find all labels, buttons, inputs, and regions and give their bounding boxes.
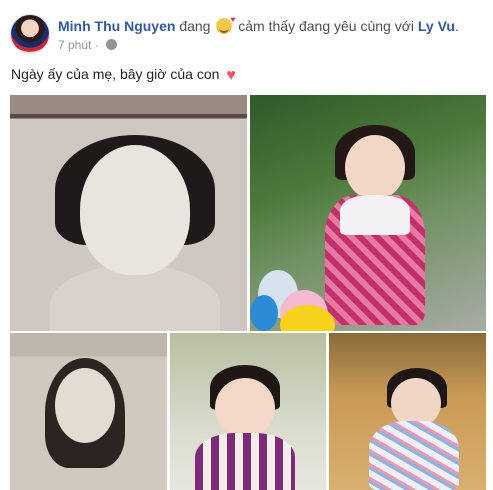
photo-detail	[215, 378, 275, 438]
photo-detail	[369, 421, 459, 490]
photo-detail	[195, 433, 295, 490]
post-timestamp[interactable]: 7 phút	[58, 38, 91, 52]
in-love-emoji-icon	[216, 15, 235, 34]
post-header: Minh Thu Nguyen đang cảm thấy đang yêu c…	[10, 12, 485, 56]
author-name[interactable]: Minh Thu Nguyen	[58, 18, 175, 34]
post-meta: 7 phút ·	[58, 38, 118, 52]
heart-emoji-icon: ♥	[226, 67, 236, 84]
feeling-prefix: đang	[179, 18, 211, 34]
photo-mother-portrait[interactable]	[10, 333, 167, 490]
tagged-friend[interactable]: Ly Vu	[418, 18, 455, 34]
globe-icon[interactable]	[106, 39, 118, 50]
caption-text: Ngày ấy của mẹ, bây giờ của con	[11, 66, 220, 82]
tagged-suffix: .	[454, 18, 459, 34]
photo-detail	[250, 295, 278, 331]
photo-daughter-balloons[interactable]	[250, 95, 486, 331]
meta-separator: ·	[94, 38, 99, 52]
feeling-text: cảm thấy đang yêu cùng với	[238, 18, 414, 34]
photo-detail	[80, 145, 190, 275]
author-avatar[interactable]	[10, 14, 50, 54]
facebook-post: Minh Thu Nguyen đang cảm thấy đang yêu c…	[0, 0, 493, 490]
photo-detail	[345, 135, 405, 200]
post-caption: Ngày ấy của mẹ, bây giờ của con ♥	[11, 66, 236, 85]
photo-daughter-closeup[interactable]	[170, 333, 326, 490]
photo-detail	[55, 368, 115, 443]
post-headline: Minh Thu Nguyen đang cảm thấy đang yêu c…	[58, 15, 459, 34]
photo-mother-childhood[interactable]	[10, 95, 247, 331]
photo-daughter-chair[interactable]	[329, 333, 486, 490]
photo-detail	[340, 195, 410, 235]
